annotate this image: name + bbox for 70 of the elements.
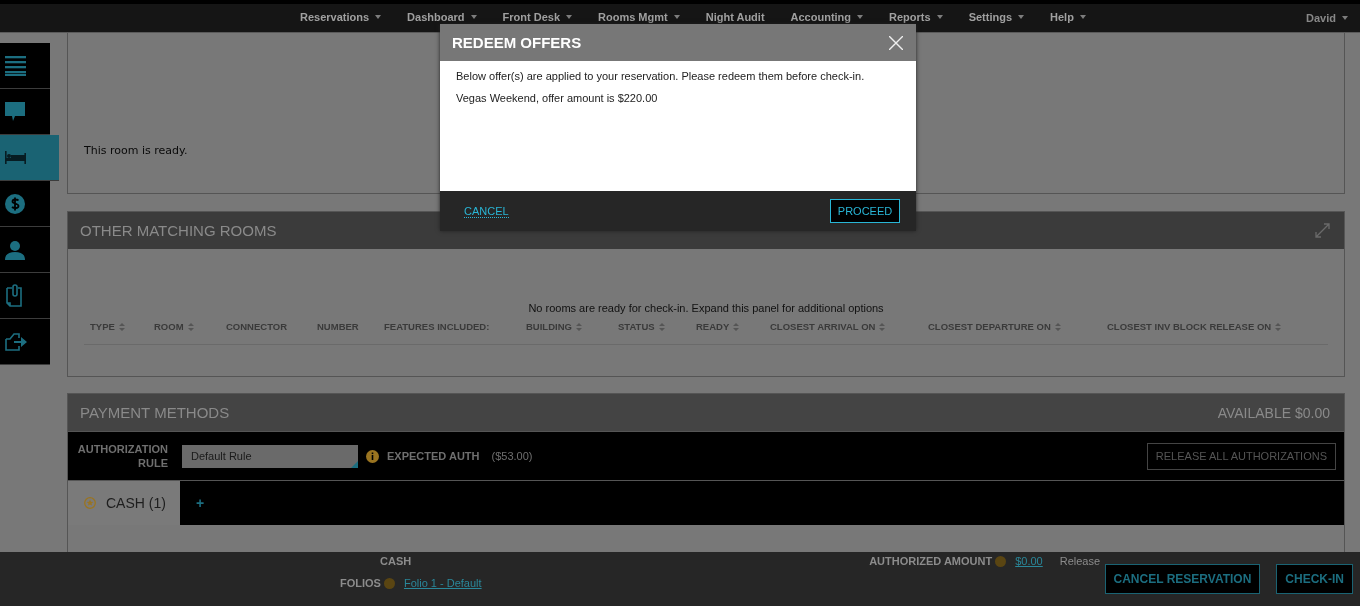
panel-title: PAYMENT METHODS xyxy=(80,404,230,421)
dollar-icon xyxy=(5,193,25,214)
nav-menu-item[interactable]: Rooms Mgmt xyxy=(598,11,680,23)
dialog-title: REDEEM OFFERS xyxy=(452,34,582,51)
sort-icon[interactable] xyxy=(658,322,665,331)
sort-icon[interactable] xyxy=(187,322,194,331)
payment-tab[interactable]: CASH (1) xyxy=(68,481,180,525)
column-header[interactable]: BUILDING xyxy=(526,321,618,332)
sort-icon[interactable] xyxy=(879,322,886,331)
chat-bubble-icon xyxy=(5,101,26,122)
column-header[interactable]: READY xyxy=(696,321,770,332)
bed-icon xyxy=(5,150,26,165)
sort-icon[interactable] xyxy=(118,322,125,331)
dialog-text: Vegas Weekend, offer amount is $220.00 xyxy=(456,92,659,104)
dialog-text: Below offer(s) are applied to your reservation. Please redeem them before check-in. xyxy=(456,70,866,82)
nav-menu-item[interactable]: Accounting xyxy=(790,11,864,23)
sidebar-item[interactable] xyxy=(0,319,50,365)
folios-label: FOLIOS xyxy=(340,577,381,589)
sort-icon[interactable] xyxy=(733,322,740,331)
action-button[interactable]: CHECK-IN xyxy=(1276,564,1353,594)
user-menu[interactable]: David xyxy=(1306,12,1348,24)
sort-icon[interactable] xyxy=(575,322,582,331)
sort-icon[interactable] xyxy=(1275,322,1282,331)
nav-menu-item[interactable]: Front Desk xyxy=(502,11,573,23)
exit-icon xyxy=(5,332,27,351)
available-amount: AVAILABLE $0.00 xyxy=(1217,404,1330,421)
sidebar-item[interactable] xyxy=(0,227,50,273)
column-header: FEATURES INCLUDED: xyxy=(384,321,491,332)
menu-icon xyxy=(5,55,26,76)
close-icon[interactable] xyxy=(889,35,903,50)
expand-icon[interactable] xyxy=(1315,223,1330,238)
authorized-amount-label: AUTHORIZED AMOUNT xyxy=(869,555,993,567)
authorization-rule-label: AUTHORIZATION RULE xyxy=(76,442,168,470)
empty-notice: No rooms are ready for check-in. Expand this panel for additional options xyxy=(527,302,885,314)
payment-method-name: CASH xyxy=(380,555,412,567)
sidebar-item[interactable] xyxy=(0,181,50,227)
nav-menu-item[interactable]: Night Audit xyxy=(705,11,765,23)
panel-title: OTHER MATCHING ROOMS xyxy=(80,222,277,239)
action-button[interactable]: CANCEL RESERVATION xyxy=(1104,564,1261,594)
column-header: NUMBER xyxy=(317,321,360,332)
folio-link[interactable]: Folio 1 - Default xyxy=(403,577,482,589)
proceed-button[interactable]: PROCEED xyxy=(830,199,900,223)
sidebar-item[interactable] xyxy=(0,89,50,135)
nav-menu-item[interactable]: Help xyxy=(1050,11,1086,23)
column-header[interactable]: TYPE xyxy=(90,321,154,332)
nav-menu-item[interactable]: Dashboard xyxy=(407,11,477,23)
sidebar-item[interactable] xyxy=(0,273,50,319)
column-header[interactable]: CLOSEST ARRIVAL ON xyxy=(770,321,928,332)
authorization-rule-select[interactable]: Default Rule xyxy=(182,444,358,468)
column-header[interactable]: ROOM xyxy=(154,321,226,332)
authorized-amount-value[interactable]: $0.00 xyxy=(1015,555,1043,567)
nav-menu-item[interactable]: Settings xyxy=(968,11,1025,23)
column-header[interactable]: CLOSEST INV BLOCK RELEASE ON xyxy=(1107,321,1307,332)
column-header[interactable]: CLOSEST DEPARTURE ON xyxy=(928,321,1107,332)
sidebar-item[interactable] xyxy=(0,135,59,181)
nav-menu-item[interactable]: Reports xyxy=(889,11,943,23)
expected-auth-label: EXPECTED AUTH xyxy=(387,450,480,462)
person-icon xyxy=(5,239,25,260)
cancel-link[interactable]: CANCEL xyxy=(464,204,509,218)
sidebar-item[interactable] xyxy=(0,43,50,89)
clipboard-icon xyxy=(5,283,23,308)
room-ready-message: This room is ready. xyxy=(84,144,188,157)
column-header: CONNECTOR xyxy=(226,321,289,332)
sort-icon[interactable] xyxy=(1054,322,1061,331)
release-link[interactable]: Release xyxy=(1059,555,1101,567)
expected-auth-amount: ($53.00) xyxy=(491,450,533,462)
release-all-authorizations-button[interactable]: RELEASE ALL AUTHORIZATIONS xyxy=(1146,442,1336,470)
nav-menu-item[interactable]: Reservations xyxy=(300,11,382,23)
column-header[interactable]: STATUS xyxy=(618,321,696,332)
star-icon xyxy=(84,497,96,509)
